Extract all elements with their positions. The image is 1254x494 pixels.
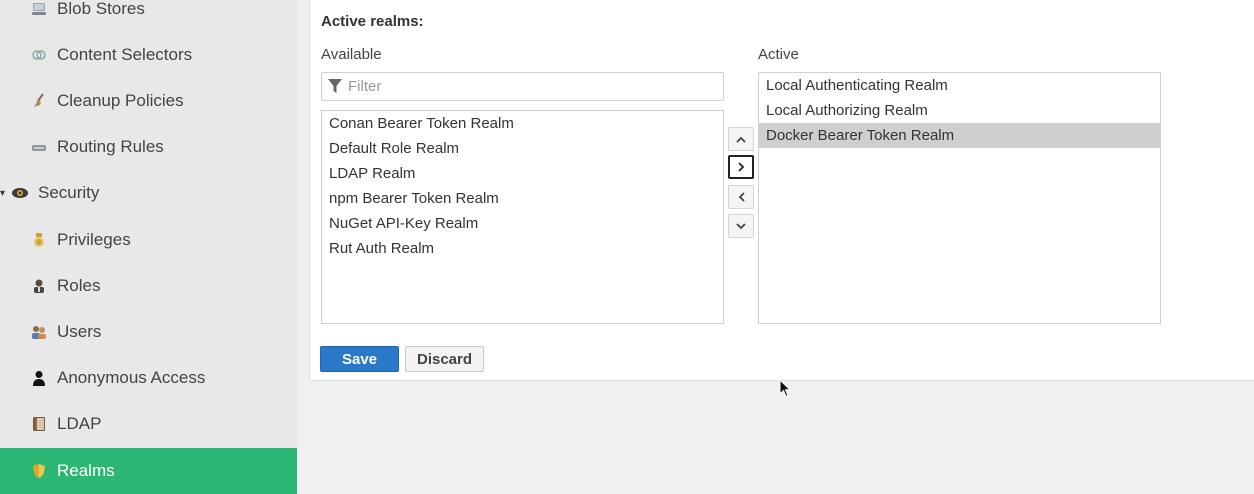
sidebar-item-routing-rules[interactable]: Routing Rules <box>0 124 297 170</box>
users-icon <box>30 323 48 341</box>
list-item[interactable]: npm Bearer Token Realm <box>322 186 723 211</box>
eye-icon <box>11 184 29 202</box>
shield-icon <box>30 462 48 480</box>
sidebar-item-label: Blob Stores <box>57 0 145 18</box>
available-realms-list[interactable]: Conan Bearer Token Realm Default Role Re… <box>321 110 724 324</box>
person-icon <box>30 369 48 387</box>
sidebar-item-realms[interactable]: Realms <box>0 448 297 494</box>
active-realms-list[interactable]: Local Authenticating Realm Local Authori… <box>758 72 1161 324</box>
mouse-cursor-icon <box>779 378 792 403</box>
move-right-button[interactable] <box>728 155 754 179</box>
sidebar-item-ldap[interactable]: LDAP <box>0 401 297 447</box>
sidebar-item-label: Users <box>57 322 102 341</box>
chevron-left-icon <box>738 192 745 202</box>
move-down-button[interactable] <box>728 214 754 238</box>
available-label: Available <box>321 46 382 63</box>
realms-panel: Active realms: Available Active Conan Be… <box>309 0 1254 381</box>
list-item[interactable]: LDAP Realm <box>322 161 723 186</box>
broom-icon <box>30 92 48 110</box>
sidebar-item-content-selectors[interactable]: Content Selectors <box>0 32 297 78</box>
active-label: Active <box>758 46 799 63</box>
move-left-button[interactable] <box>728 185 754 209</box>
sidebar: Blob Stores Content Selectors Cleanup Po… <box>0 0 297 494</box>
sidebar-item-blob-stores[interactable]: Blob Stores <box>0 0 297 32</box>
sidebar-item-label: Privileges <box>57 230 131 249</box>
sidebar-item-label: Realms <box>57 461 115 480</box>
sidebar-item-label: Anonymous Access <box>57 368 206 387</box>
sidebar-item-label: Roles <box>57 276 101 295</box>
section-title: Active realms: <box>321 13 424 30</box>
list-item-selected[interactable]: Docker Bearer Token Realm <box>759 123 1160 148</box>
list-item[interactable]: Conan Bearer Token Realm <box>322 111 723 136</box>
chevron-down-icon[interactable]: ▾ <box>0 188 10 199</box>
filter-icon <box>328 79 342 94</box>
router-icon <box>30 138 48 156</box>
medal-icon <box>30 231 48 249</box>
list-item[interactable]: Local Authorizing Realm <box>759 98 1160 123</box>
sidebar-item-privileges[interactable]: Privileges <box>0 217 297 263</box>
list-item[interactable]: NuGet API-Key Realm <box>322 211 723 236</box>
book-icon <box>30 415 48 433</box>
sidebar-item-cleanup-policies[interactable]: Cleanup Policies <box>0 78 297 124</box>
sidebar-item-anonymous-access[interactable]: Anonymous Access <box>0 355 297 401</box>
list-item[interactable]: Local Authenticating Realm <box>759 73 1160 98</box>
list-item[interactable]: Rut Auth Realm <box>322 236 723 261</box>
filter-field[interactable] <box>321 72 724 101</box>
sidebar-item-label: Security <box>38 183 100 202</box>
save-button[interactable]: Save <box>320 346 399 372</box>
chevron-up-icon <box>736 136 746 143</box>
sidebar-item-label: Content Selectors <box>57 45 193 64</box>
chevron-down-icon <box>736 222 746 229</box>
discard-button[interactable]: Discard <box>405 346 484 372</box>
sidebar-item-users[interactable]: Users <box>0 309 297 355</box>
sidebar-item-roles[interactable]: Roles <box>0 263 297 309</box>
sidebar-item-label: Cleanup Policies <box>57 91 184 110</box>
filter-input[interactable] <box>348 78 708 95</box>
sidebar-item-label: LDAP <box>57 414 102 433</box>
list-item[interactable]: Default Role Realm <box>322 136 723 161</box>
server-icon <box>30 0 48 18</box>
move-up-button[interactable] <box>728 127 754 151</box>
chevron-right-icon <box>737 162 744 172</box>
role-icon <box>30 277 48 295</box>
selector-icon <box>30 46 48 64</box>
sidebar-item-label: Routing Rules <box>57 137 164 156</box>
sidebar-item-security[interactable]: ▾ Security <box>0 170 297 216</box>
